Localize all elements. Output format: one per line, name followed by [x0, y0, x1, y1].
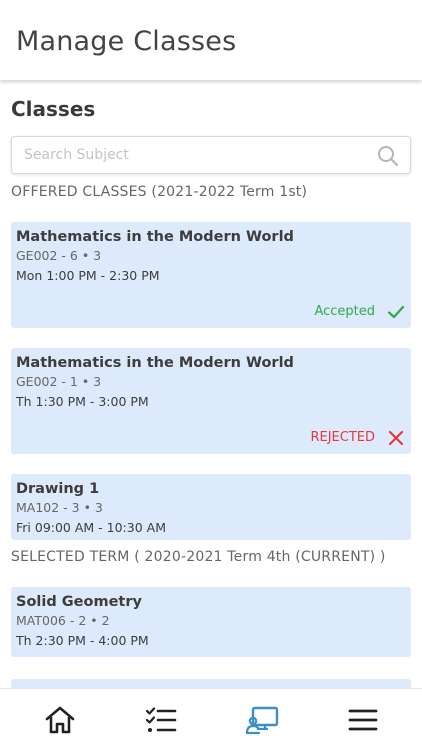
- search-icon[interactable]: [376, 144, 400, 168]
- check-icon: [387, 305, 405, 319]
- main-content[interactable]: Classes OFFERED CLASSES (2021-2022 Term …: [0, 80, 422, 688]
- search-input[interactable]: [12, 137, 410, 173]
- bottom-navigation: [0, 688, 422, 750]
- class-code: GE002 - 6 • 3: [16, 248, 102, 263]
- class-name: Solid Geometry: [16, 594, 142, 610]
- class-name: Mathematics in the Modern World: [16, 355, 294, 371]
- class-code: MAT006 - 2 • 2: [16, 613, 110, 628]
- nav-classes[interactable]: [245, 703, 279, 737]
- class-card[interactable]: Mathematics in the Modern World GE002 - …: [11, 222, 411, 328]
- page-title: Manage Classes: [16, 26, 237, 57]
- class-name: Drawing 1: [16, 481, 100, 497]
- class-card[interactable]: Drawing 1 MA102 - 3 • 3 Fri 09:00 AM - 1…: [11, 474, 411, 540]
- section-title: Classes: [11, 97, 96, 121]
- class-schedule: Th 2:30 PM - 4:00 PM: [16, 633, 149, 648]
- nav-menu[interactable]: [346, 703, 380, 737]
- class-card[interactable]: Mathematics in the Modern World GE002 - …: [11, 348, 411, 454]
- classroom-icon: [245, 706, 279, 735]
- app-header: Manage Classes: [0, 0, 422, 80]
- nav-home[interactable]: [43, 703, 77, 737]
- status-accepted: Accepted: [314, 304, 375, 319]
- x-icon: [388, 430, 404, 446]
- class-schedule: Th 1:30 PM - 3:00 PM: [16, 394, 149, 409]
- nav-checklist[interactable]: [144, 703, 178, 737]
- class-card[interactable]: [11, 679, 411, 688]
- status-rejected: REJECTED: [310, 430, 375, 445]
- checklist-icon: [145, 707, 177, 732]
- offered-classes-label: OFFERED CLASSES (2021-2022 Term 1st): [11, 184, 308, 200]
- selected-term-label: SELECTED TERM ( 2020-2021 Term 4th (CURR…: [11, 549, 386, 565]
- menu-icon: [348, 709, 378, 731]
- class-name: Mathematics in the Modern World: [16, 229, 294, 245]
- class-code: GE002 - 1 • 3: [16, 374, 102, 389]
- home-icon: [45, 706, 75, 734]
- search-box[interactable]: [11, 136, 411, 174]
- class-code: MA102 - 3 • 3: [16, 500, 103, 515]
- class-schedule: Fri 09:00 AM - 10:30 AM: [16, 520, 166, 535]
- class-schedule: Mon 1:00 PM - 2:30 PM: [16, 268, 160, 283]
- class-card[interactable]: Solid Geometry MAT006 - 2 • 2 Th 2:30 PM…: [11, 587, 411, 657]
